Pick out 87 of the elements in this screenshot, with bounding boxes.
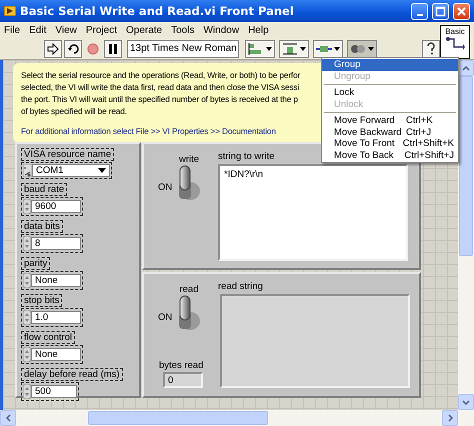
numeric-field[interactable]: 500: [31, 385, 77, 398]
control-label: baud rate: [21, 183, 68, 196]
string-label: string to write: [218, 151, 274, 162]
description-text: of bytes specified will be read.: [21, 105, 127, 117]
app-icon: [4, 6, 16, 16]
abort-icon: [87, 42, 99, 54]
menu-item[interactable]: Edit: [29, 24, 46, 36]
dropdown-arrow-icon: [98, 168, 106, 174]
toggle-label: read: [179, 284, 198, 295]
count-label: bytes read: [159, 360, 204, 371]
menu-item[interactable]: Group: [322, 59, 458, 70]
string-label: read string: [218, 281, 263, 292]
toggle-state-label: ON: [158, 312, 172, 323]
menu-item[interactable]: Operate: [126, 24, 162, 36]
reorder-icon: [350, 42, 366, 54]
distribute-icon: [282, 42, 298, 54]
menu-item[interactable]: Move Backward Ctrl+J: [322, 126, 458, 138]
toggle-label: write: [178, 154, 200, 165]
scrollbar-thumb[interactable]: [459, 76, 473, 256]
dropdown-arrow-icon: [368, 46, 374, 50]
control-label: VISA resource name: [21, 148, 114, 161]
scrollbar-thumb[interactable]: [88, 411, 268, 425]
run-icon: [47, 42, 59, 54]
align-icon: [248, 42, 264, 54]
dropdown-arrow-icon: [334, 46, 340, 50]
run-button[interactable]: [44, 40, 62, 58]
minimize-icon: [416, 14, 422, 16]
ring-field[interactable]: None: [31, 348, 81, 361]
control-label: data bits: [21, 220, 63, 233]
menu-item[interactable]: Move Forward Ctrl+K: [322, 115, 458, 126]
ring-field[interactable]: 1.0: [31, 311, 81, 324]
control-label: stop bits: [21, 294, 62, 307]
help-icon: [426, 42, 436, 55]
numeric-field[interactable]: 9600: [31, 200, 81, 213]
font-dropdown[interactable]: 13pt Times New Roman: [127, 40, 239, 58]
run-continuously-icon: [67, 42, 79, 54]
string-input[interactable]: *IDN?\r\n: [218, 164, 408, 261]
ring-arrows-icon: [23, 310, 31, 325]
pause-button[interactable]: [104, 40, 122, 58]
description-text: Select the serial resource and the operations (Read, Write, or both) to be perfor: [21, 69, 300, 81]
control-label: parity: [21, 257, 50, 270]
reorder-button[interactable]: [347, 40, 377, 58]
scroll-up-button[interactable]: [458, 60, 474, 76]
increment-arrows-icon: [23, 199, 31, 214]
count-display: 0: [163, 372, 203, 388]
window-title: Basic Serial Write and Read.vi Front Panel: [20, 4, 295, 18]
menu-item[interactable]: Tools: [171, 24, 194, 36]
menu-item[interactable]: File: [4, 24, 20, 36]
close-icon: [456, 6, 467, 16]
menu-item[interactable]: Move To Back Ctrl+Shift+J: [322, 150, 458, 161]
font-label: 13pt Times New Roman: [130, 43, 237, 54]
control-label: delay before read (ms): [21, 368, 123, 381]
toggle-state-label: ON: [158, 182, 172, 193]
menu-item[interactable]: Help: [248, 24, 269, 36]
scroll-right-button[interactable]: [442, 410, 458, 426]
description-text: selected, the VI will write the data first, read data and then close the VISA sessi: [21, 81, 300, 93]
menu-item[interactable]: Project: [86, 24, 117, 36]
increment-arrows-icon: [23, 384, 31, 399]
numeric-field[interactable]: 8: [31, 237, 81, 250]
palette-button[interactable]: Basic: [440, 25, 470, 59]
menu-item[interactable]: View: [55, 24, 77, 36]
run-continuously-button[interactable]: [64, 40, 82, 58]
pause-icon: [107, 42, 119, 54]
resource-dropdown[interactable]: COM1: [32, 164, 110, 177]
help-button[interactable]: [422, 40, 440, 58]
minimize-button[interactable]: [411, 2, 428, 20]
increment-arrows-icon: [23, 236, 31, 251]
menu-item[interactable]: Move To Front Ctrl+Shift+K: [322, 138, 458, 150]
documentation-hint: For additional information select File >> VI Properties >> Documentation: [21, 125, 276, 137]
ring-arrows-icon: [23, 273, 31, 288]
ring-field[interactable]: None: [31, 274, 81, 287]
dropdown-arrow-icon: [300, 46, 306, 50]
resize-button[interactable]: [313, 40, 343, 58]
maximize-icon: [435, 6, 446, 16]
align-button[interactable]: [245, 40, 275, 58]
description-text: the port. This VI will wait until the specified number of bytes is received at the p: [21, 93, 298, 105]
menu-item[interactable]: Lock: [322, 87, 458, 98]
scroll-down-button[interactable]: [458, 394, 474, 410]
scroll-left-button[interactable]: [0, 410, 16, 426]
ring-arrows-icon: [23, 347, 31, 362]
menu-item[interactable]: Window: [203, 24, 240, 36]
dropdown-arrow-icon: [266, 46, 272, 50]
control-label: flow control: [21, 331, 76, 344]
maximize-button[interactable]: [432, 2, 449, 20]
close-button[interactable]: [453, 2, 470, 20]
wire-icon: [445, 36, 465, 50]
distribute-button[interactable]: [279, 40, 309, 58]
